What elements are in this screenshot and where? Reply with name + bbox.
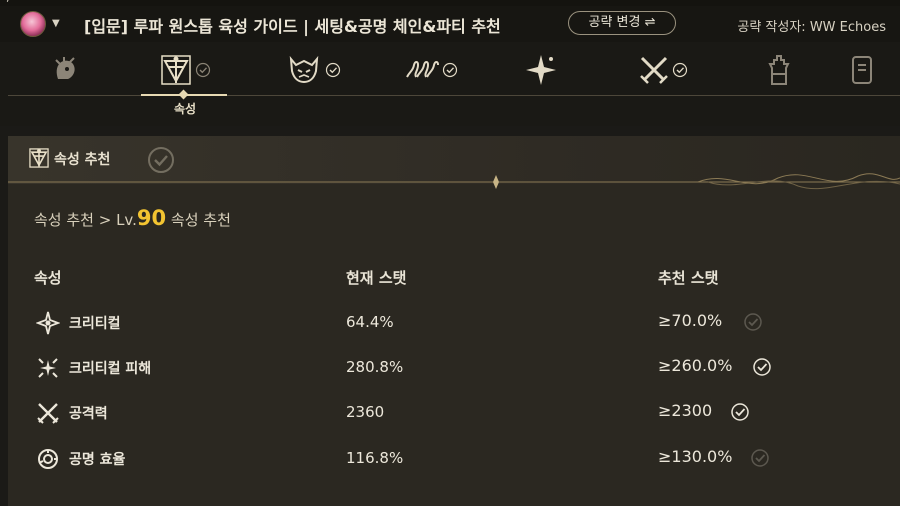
tab-document[interactable] bbox=[850, 50, 900, 90]
attribute-name: 공격력 bbox=[69, 406, 108, 422]
recommended-value: ≥130.0% bbox=[658, 447, 733, 466]
column-header-current: 현재 스탯 bbox=[346, 269, 407, 287]
tab-tower[interactable] bbox=[734, 50, 824, 90]
tab-character[interactable] bbox=[20, 50, 110, 90]
current-value: 116.8% bbox=[346, 449, 404, 467]
ornamental-divider bbox=[8, 173, 900, 190]
check-icon bbox=[751, 449, 769, 467]
active-tab-label: 속성 bbox=[173, 102, 197, 116]
crit-damage-icon bbox=[38, 358, 58, 378]
check-icon bbox=[325, 62, 341, 78]
tab-attribute[interactable] bbox=[140, 50, 230, 90]
active-tab-marker bbox=[178, 89, 189, 100]
guide-title: [입문] 루파 원스톱 육성 가이드 | 세팅&공명 체인&파티 추천 bbox=[84, 17, 501, 36]
check-icon bbox=[195, 62, 211, 78]
swords-icon bbox=[640, 56, 668, 84]
recommended-value: ≥260.0% bbox=[658, 356, 733, 375]
chain-icon bbox=[406, 61, 439, 78]
recommended-value: ≥70.0% bbox=[658, 311, 723, 330]
breadcrumb-suffix: 속성 추천 bbox=[166, 211, 231, 229]
breadcrumb: 속성 추천 > Lv.90 속성 추천 bbox=[34, 206, 231, 230]
table-row: 공명 효율 116.8% ≥130.0% bbox=[8, 444, 900, 474]
check-icon bbox=[731, 403, 749, 421]
table-row: 크리티컬 피해 280.8% ≥260.0% bbox=[8, 353, 900, 383]
echo-monster-icon bbox=[289, 55, 319, 84]
table-row: 크리티컬 64.4% ≥70.0% bbox=[8, 308, 900, 338]
change-guide-button[interactable]: 공략 변경 ⇌ bbox=[568, 11, 676, 35]
avatar[interactable] bbox=[20, 11, 46, 37]
check-icon bbox=[744, 313, 762, 331]
attribute-panel: 속성 추천 속성 추천 > Lv.90 속성 추천 속성 현재 스탯 추천 스탯… bbox=[8, 136, 900, 506]
check-icon bbox=[442, 62, 458, 78]
attribute-name: 크리티컬 피해 bbox=[69, 361, 152, 377]
table-row: 공격력 2360 ≥2300 bbox=[8, 398, 900, 428]
column-header-recommended: 추천 스탯 bbox=[658, 269, 719, 287]
current-value: 2360 bbox=[346, 403, 385, 421]
character-icon bbox=[55, 57, 75, 79]
recommended-value: ≥2300 bbox=[658, 401, 713, 420]
energy-regen-icon bbox=[38, 449, 58, 469]
check-icon bbox=[672, 62, 688, 78]
tab-star[interactable] bbox=[496, 50, 586, 90]
tab-echo[interactable] bbox=[268, 50, 358, 90]
panel-header: 속성 추천 bbox=[8, 136, 900, 190]
tower-icon bbox=[768, 55, 790, 85]
attribute-icon bbox=[161, 55, 191, 85]
header: ▼ [입문] 루파 원스톱 육성 가이드 | 세팅&공명 체인&파티 추천 공략… bbox=[0, 6, 900, 42]
tab-bar: 속성 bbox=[0, 42, 900, 126]
crit-icon bbox=[36, 311, 60, 335]
attribute-name: 공명 효율 bbox=[69, 452, 126, 468]
column-header-attribute: 속성 bbox=[34, 269, 62, 287]
tab-chain[interactable] bbox=[386, 50, 476, 90]
current-value: 280.8% bbox=[346, 358, 404, 376]
document-icon bbox=[852, 56, 872, 84]
level-value: 90 bbox=[136, 206, 167, 230]
attribute-icon bbox=[29, 148, 49, 168]
chevron-down-icon[interactable]: ▼ bbox=[52, 18, 60, 29]
panel-title: 속성 추천 bbox=[54, 152, 111, 168]
star-icon bbox=[526, 55, 556, 85]
attack-icon bbox=[37, 403, 59, 424]
check-icon bbox=[753, 358, 771, 376]
author-text: 공략 작성자: WW Echoes bbox=[737, 20, 886, 35]
current-value: 64.4% bbox=[346, 313, 394, 331]
attribute-name: 크리티컬 bbox=[69, 316, 121, 332]
breadcrumb-prefix: 속성 추천 > Lv. bbox=[34, 211, 137, 229]
tab-weapon[interactable] bbox=[618, 50, 708, 90]
